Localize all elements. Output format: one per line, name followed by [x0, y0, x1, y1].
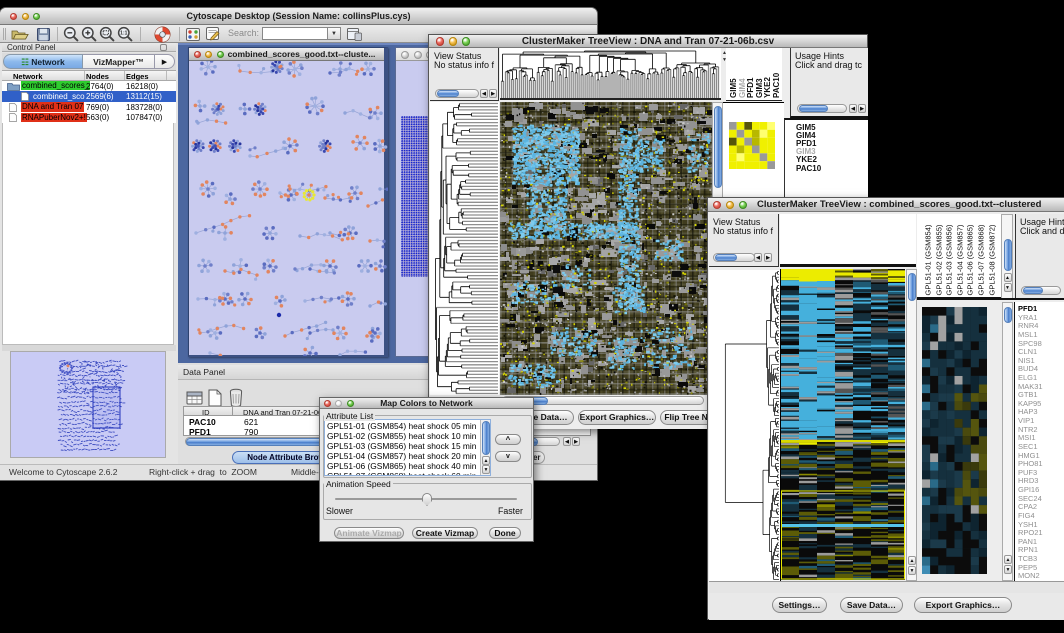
svg-text:1:1: 1:1 — [120, 31, 127, 37]
